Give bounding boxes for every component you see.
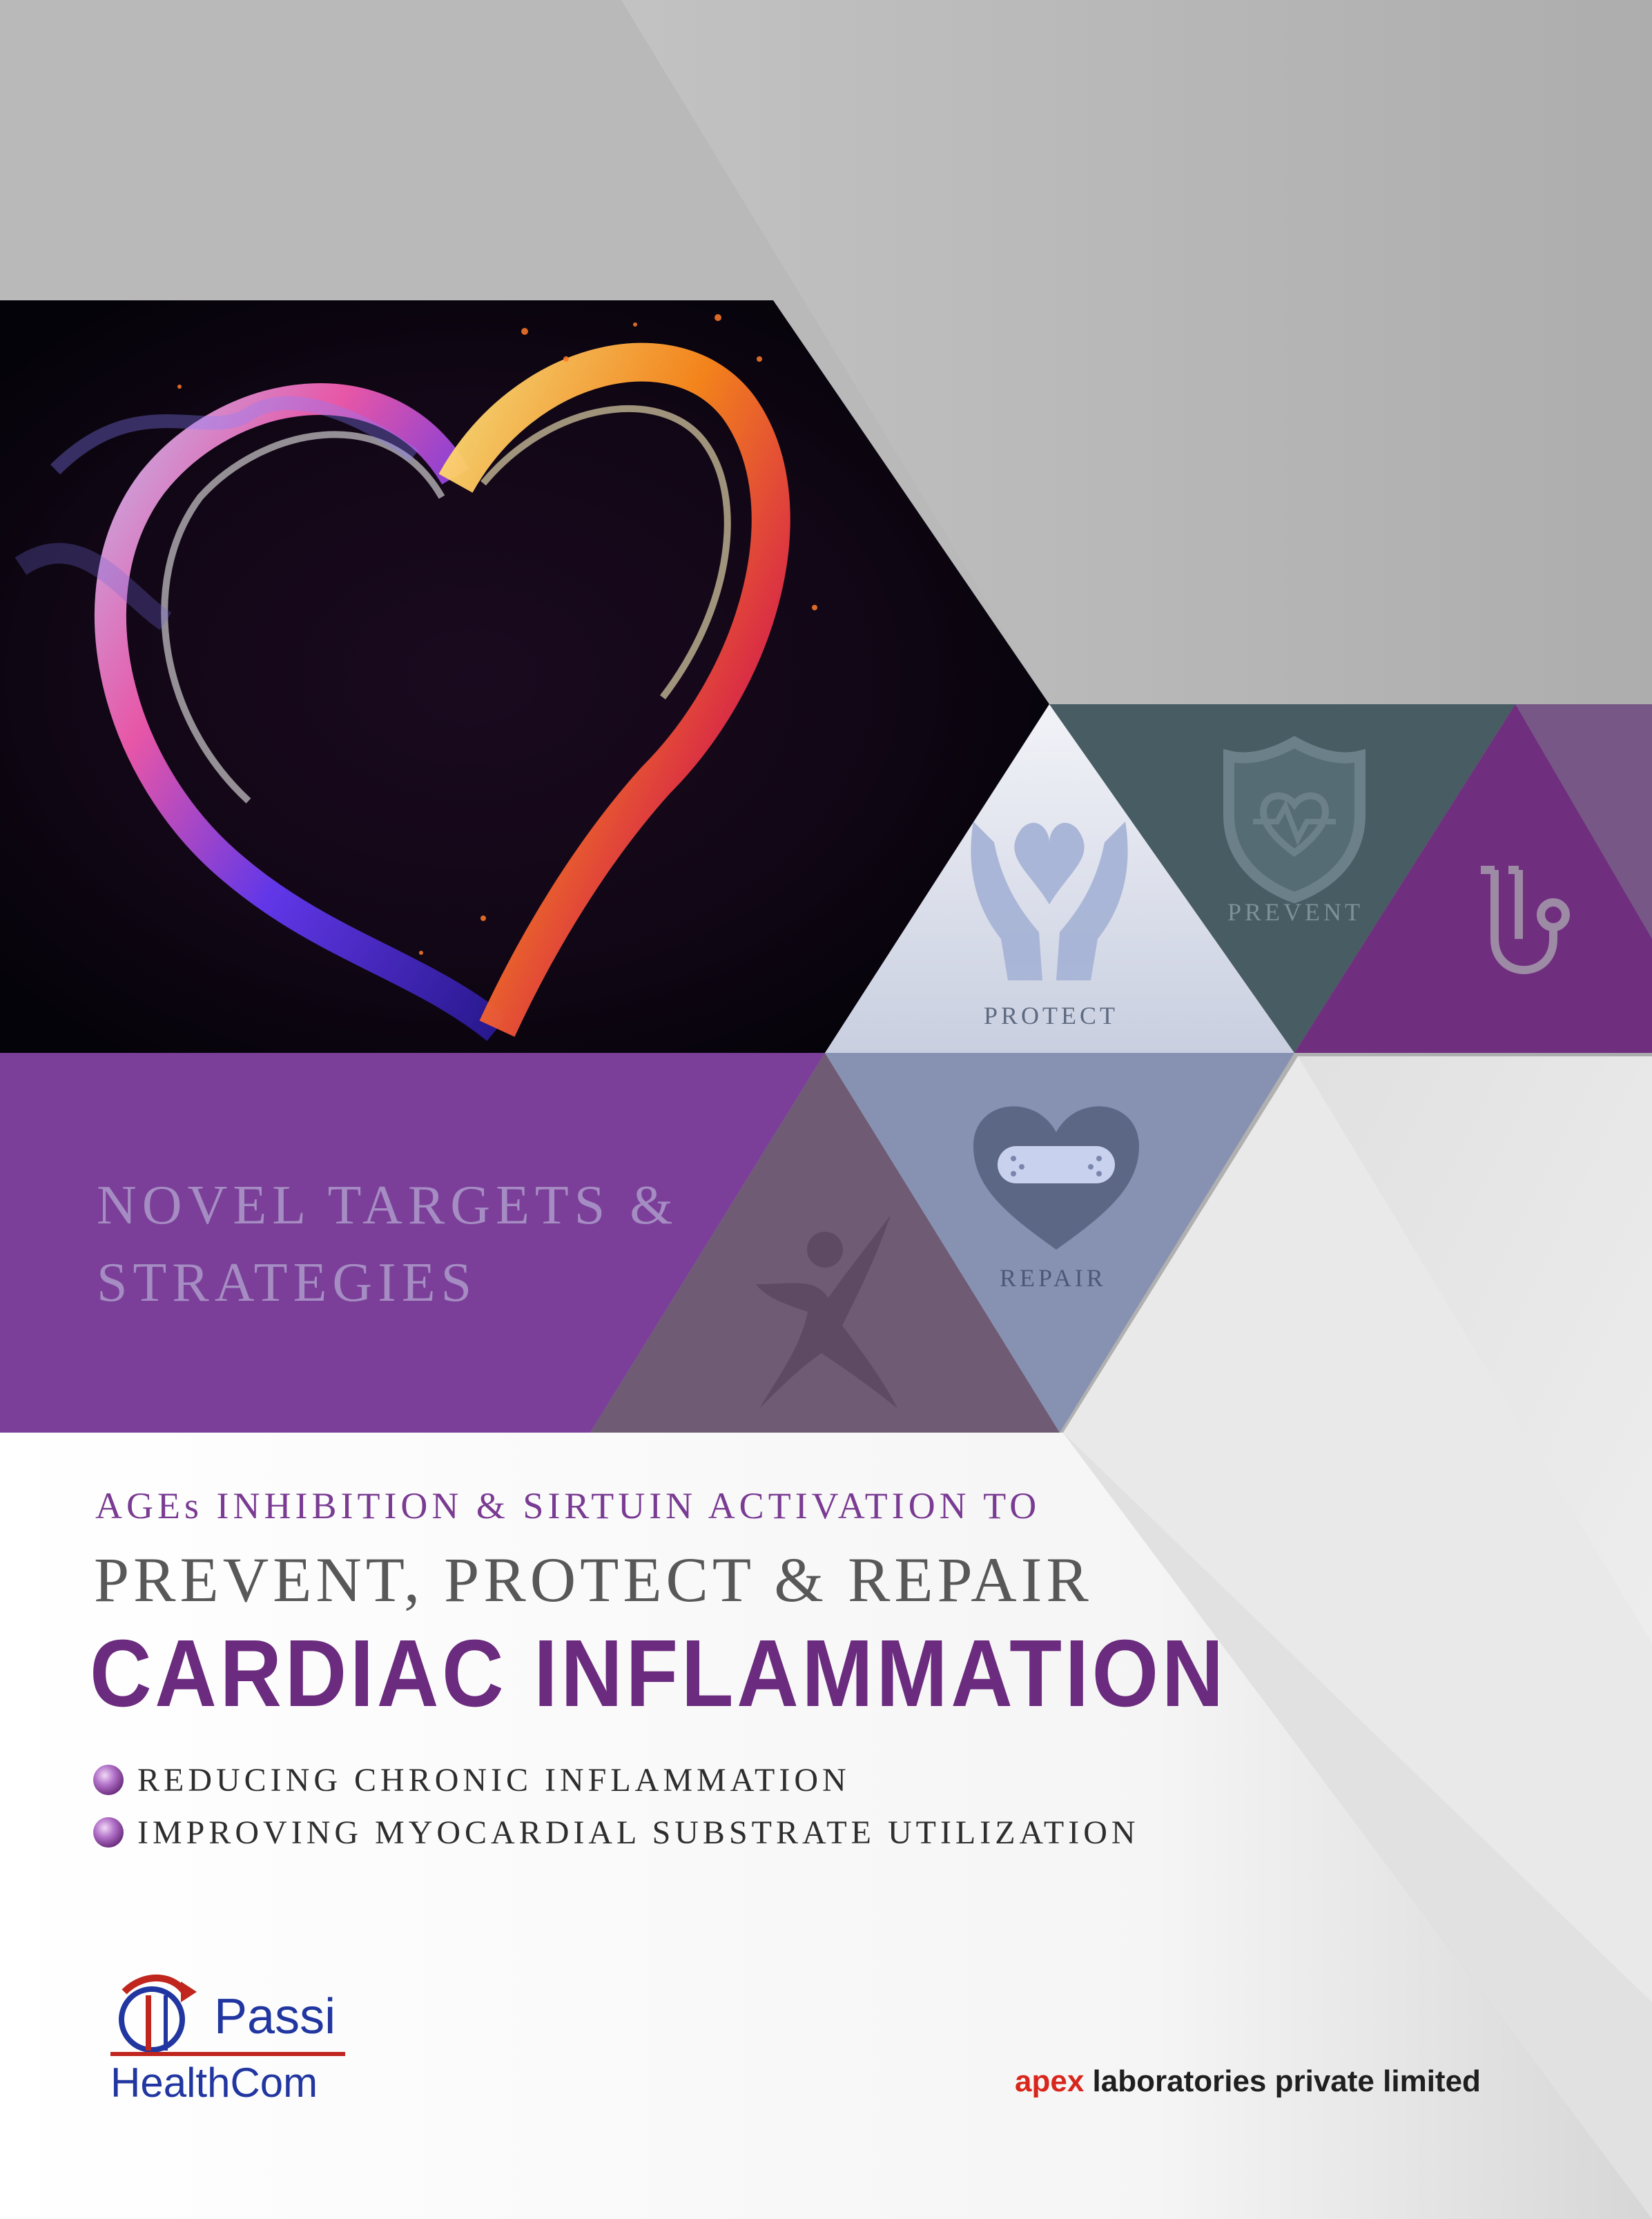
healthcom-logo-text: HealthCom bbox=[110, 2060, 318, 2106]
headline: PREVENT, PROTECT & REPAIR bbox=[94, 1544, 1093, 1615]
passi-logo-text: Passi bbox=[214, 1989, 336, 2044]
repair-label: REPAIR bbox=[1000, 1264, 1107, 1292]
shield-heart-icon bbox=[1223, 735, 1366, 904]
apex-logo: apex laboratories private limited bbox=[1015, 2064, 1481, 2099]
protect-label: PROTECT bbox=[984, 1002, 1119, 1029]
bullet-item: IMPROVING MYOCARDIAL SUBSTRATE UTILIZATI… bbox=[93, 1806, 1198, 1859]
bullet-text: REDUCING CHRONIC INFLAMMATION bbox=[137, 1761, 851, 1799]
prevent-label: PREVENT bbox=[1227, 898, 1363, 926]
apex-brand: apex bbox=[1015, 2064, 1085, 2098]
bullet-list: REDUCING CHRONIC INFLAMMATION IMPROVING … bbox=[93, 1754, 1198, 1859]
subheading: AGEs INHIBITION & SIRTUIN ACTIVATION TO bbox=[95, 1485, 1041, 1527]
bullet-dot-icon bbox=[93, 1817, 124, 1848]
bullet-item: REDUCING CHRONIC INFLAMMATION bbox=[93, 1754, 1198, 1806]
bullet-dot-icon bbox=[93, 1765, 124, 1795]
cover-background bbox=[0, 0, 1652, 2219]
apex-company-name: laboratories private limited bbox=[1084, 2064, 1481, 2098]
main-title: CARDIAC INFLAMMATION bbox=[90, 1620, 1227, 1727]
passi-logo-underline bbox=[110, 2052, 345, 2056]
bullet-text: IMPROVING MYOCARDIAL SUBSTRATE UTILIZATI… bbox=[137, 1814, 1140, 1851]
banner-title: NOVEL TARGETS & STRATEGIES bbox=[97, 1167, 787, 1321]
banner-title-line-2: STRATEGIES bbox=[97, 1252, 478, 1313]
banner-title-line-1: NOVEL TARGETS & bbox=[97, 1175, 679, 1236]
